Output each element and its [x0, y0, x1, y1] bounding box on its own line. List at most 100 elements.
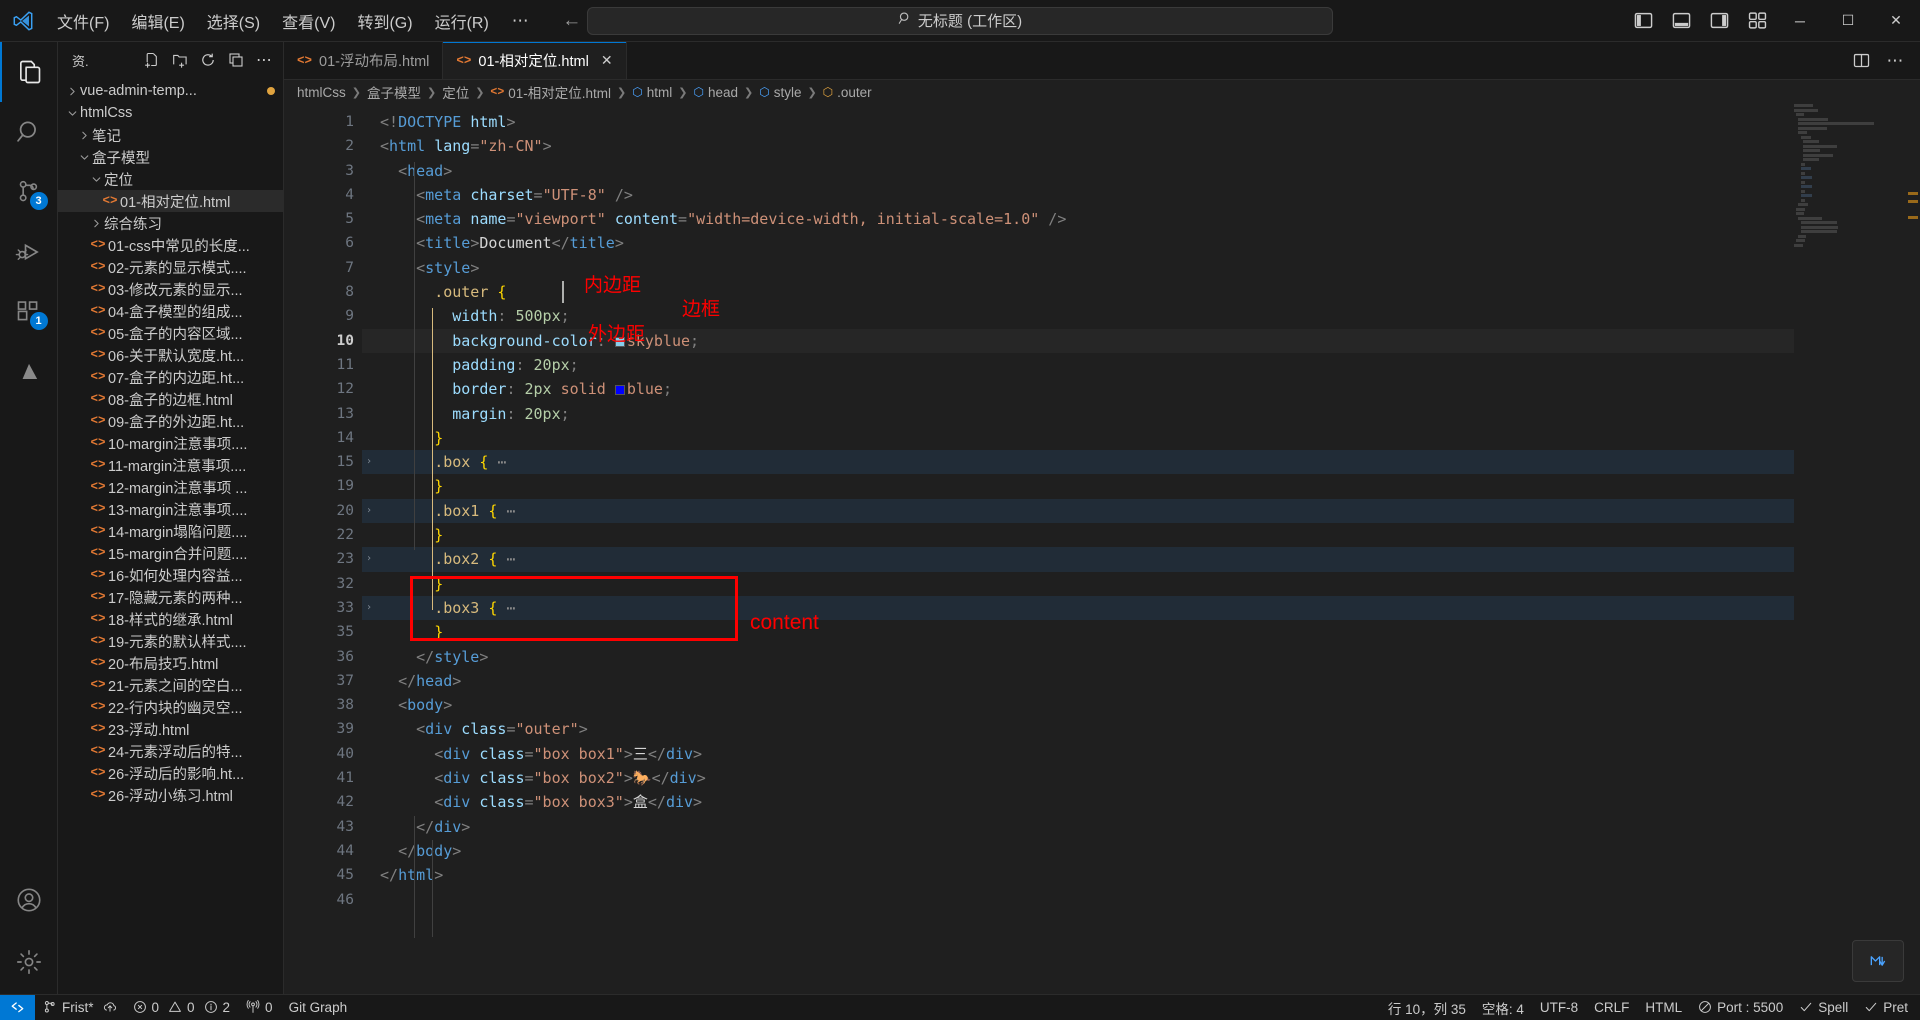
tree-file-item[interactable]: <> 15-margin合并问题....	[58, 542, 283, 564]
chevron-right-icon[interactable]	[64, 86, 80, 97]
breadcrumb-item[interactable]: ⬡ html	[629, 85, 675, 100]
code-line[interactable]: <div class="box box2">🐎</div>	[362, 766, 1920, 790]
breadcrumb-item[interactable]: 盒子模型	[364, 82, 424, 102]
code-line[interactable]: </body>	[362, 839, 1920, 863]
tree-file-item[interactable]: <> 02-元素的显示模式....	[58, 256, 283, 278]
status-prettier[interactable]: Pret	[1856, 995, 1916, 1020]
activity-run-and-debug[interactable]	[0, 222, 58, 282]
tree-file-item[interactable]: <> 26-浮动后的影响.ht...	[58, 762, 283, 784]
refresh-icon[interactable]	[195, 47, 221, 73]
code-line[interactable]: .outer {	[362, 280, 1920, 304]
menu-file[interactable]: 文件(F)	[46, 0, 120, 41]
status-eol[interactable]: CRLF	[1586, 995, 1637, 1020]
code-line[interactable]: }	[362, 620, 1920, 644]
chevron-down-icon[interactable]	[64, 108, 80, 119]
status-cursor-position[interactable]: 行 10，列 35	[1380, 995, 1474, 1020]
tree-file-item[interactable]: <> 21-元素之间的空白...	[58, 674, 283, 696]
customize-layout-icon[interactable]	[1738, 0, 1776, 41]
color-swatch-icon[interactable]	[614, 385, 625, 396]
status-spell-checker[interactable]: Spell	[1791, 995, 1856, 1020]
tree-folder-item[interactable]: 综合练习	[58, 212, 283, 234]
tab-01-floating-layout[interactable]: <> 01-浮动布局.html	[284, 42, 444, 79]
tree-file-item[interactable]: <> 03-修改元素的显示...	[58, 278, 283, 300]
activity-explorer[interactable]	[0, 42, 58, 102]
status-indentation[interactable]: 空格: 4	[1474, 995, 1532, 1020]
breadcrumb-item[interactable]: ⬡ style	[756, 85, 804, 100]
code-line[interactable]: }	[362, 474, 1920, 498]
tab-close-icon[interactable]: ✕	[601, 52, 613, 69]
tree-file-item[interactable]: <> 04-盒子模型的组成...	[58, 300, 283, 322]
tree-file-item[interactable]: <> 17-隐藏元素的两种...	[58, 586, 283, 608]
tree-file-item[interactable]: <> 14-margin塌陷问题....	[58, 520, 283, 542]
activity-search[interactable]	[0, 102, 58, 162]
code-line[interactable]: </html>	[362, 863, 1920, 887]
tree-file-item[interactable]: <> 22-行内块的幽灵空...	[58, 696, 283, 718]
explorer-more-actions-icon[interactable]: ⋯	[251, 47, 277, 73]
tree-folder-item[interactable]: vue-admin-temp...	[58, 80, 283, 102]
code-line[interactable]: <style>	[362, 256, 1920, 280]
split-editor-right-icon[interactable]	[1846, 46, 1876, 76]
tree-file-item[interactable]: <> 09-盒子的外边距.ht...	[58, 410, 283, 432]
activity-accounts[interactable]	[0, 870, 58, 930]
menu-go[interactable]: 转到(G)	[346, 0, 423, 41]
code-line[interactable]: .box { ⋯	[362, 450, 1920, 475]
code-line[interactable]: width: 500px;	[362, 304, 1920, 328]
tree-file-item[interactable]: <> 07-盒子的内边距.ht...	[58, 366, 283, 388]
remote-window-indicator[interactable]	[0, 995, 35, 1020]
status-problems[interactable]: 0 0 2	[125, 995, 239, 1020]
window-maximize-button[interactable]: ☐	[1824, 0, 1872, 41]
menu-view[interactable]: 查看(V)	[271, 0, 346, 41]
code-line[interactable]: <body>	[362, 693, 1920, 717]
chevron-right-icon[interactable]	[88, 218, 104, 229]
tree-file-item[interactable]: <> 10-margin注意事项....	[58, 432, 283, 454]
toggle-secondary-sidebar-icon[interactable]	[1700, 0, 1738, 41]
code-line[interactable]: </head>	[362, 669, 1920, 693]
code-line[interactable]: <meta charset="UTF-8" />	[362, 183, 1920, 207]
breadcrumb-item[interactable]: htmlCss	[294, 85, 349, 100]
code-line[interactable]: <title>Document</title>	[362, 231, 1920, 255]
color-swatch-icon[interactable]	[614, 336, 625, 347]
quick-input-search-bar[interactable]: 无标题 (工作区)	[587, 6, 1333, 35]
breadcrumb-item[interactable]: ⬡ .outer	[820, 85, 875, 100]
code-line[interactable]: <meta name="viewport" content="width=dev…	[362, 207, 1920, 231]
editor-scrollbar[interactable]	[1906, 104, 1920, 994]
tree-file-item[interactable]: <> 01-css中常见的长度...	[58, 234, 283, 256]
code-line[interactable]: <!DOCTYPE html>	[362, 110, 1920, 134]
menu-overflow-icon[interactable]: ⋯	[500, 0, 541, 41]
code-line[interactable]	[362, 888, 1920, 912]
tree-file-item[interactable]: <> 11-margin注意事项....	[58, 454, 283, 476]
code-line[interactable]: <div class="box box1">三</div>	[362, 742, 1920, 766]
chevron-down-icon[interactable]	[88, 174, 104, 185]
tree-file-item[interactable]: <> 06-关于默认宽度.ht...	[58, 344, 283, 366]
code-line[interactable]: .box2 { ⋯	[362, 547, 1920, 572]
tree-file-item[interactable]: <> 05-盒子的内容区域...	[58, 322, 283, 344]
status-language-mode[interactable]: HTML	[1637, 995, 1690, 1020]
window-minimize-button[interactable]: ─	[1776, 0, 1824, 41]
activity-extensions[interactable]: 1	[0, 282, 58, 342]
tree-file-item[interactable]: <> 08-盒子的边框.html	[58, 388, 283, 410]
status-live-server-port[interactable]: Port : 5500	[1690, 995, 1791, 1020]
tree-file-item[interactable]: <> 01-相对定位.html	[58, 190, 283, 212]
code-line[interactable]: }	[362, 572, 1920, 596]
status-ports[interactable]: 0	[238, 995, 281, 1020]
tree-file-item[interactable]: <> 12-margin注意事项 ...	[58, 476, 283, 498]
code-line[interactable]: .box1 { ⋯	[362, 498, 1920, 524]
tree-file-item[interactable]: <> 13-margin注意事项....	[58, 498, 283, 520]
tree-file-item[interactable]: <> 26-浮动小练习.html	[58, 784, 283, 806]
tree-folder-item[interactable]: 盒子模型	[58, 146, 283, 168]
status-git-graph[interactable]: Git Graph	[281, 995, 356, 1020]
new-file-icon[interactable]	[139, 47, 165, 73]
tree-file-item[interactable]: <> 18-样式的继承.html	[58, 608, 283, 630]
code-line[interactable]: padding: 20px;	[362, 353, 1920, 377]
chevron-down-icon[interactable]	[76, 152, 92, 163]
menu-run[interactable]: 运行(R)	[424, 0, 500, 41]
code-line[interactable]: .box3 { ⋯	[362, 595, 1920, 621]
code-line[interactable]: border: 2px solid blue;	[362, 377, 1920, 401]
tree-file-item[interactable]: <> 24-元素浮动后的特...	[58, 740, 283, 762]
tree-folder-item[interactable]: 定位	[58, 168, 283, 190]
code-line[interactable]: margin: 20px;	[362, 402, 1920, 426]
code-line[interactable]: <div class="box box3">盒</div>	[362, 790, 1920, 814]
toggle-panel-icon[interactable]	[1662, 0, 1700, 41]
status-branch[interactable]: Frist*	[35, 995, 125, 1020]
breadcrumb-item[interactable]: <> 01-相对定位.html	[487, 82, 614, 102]
